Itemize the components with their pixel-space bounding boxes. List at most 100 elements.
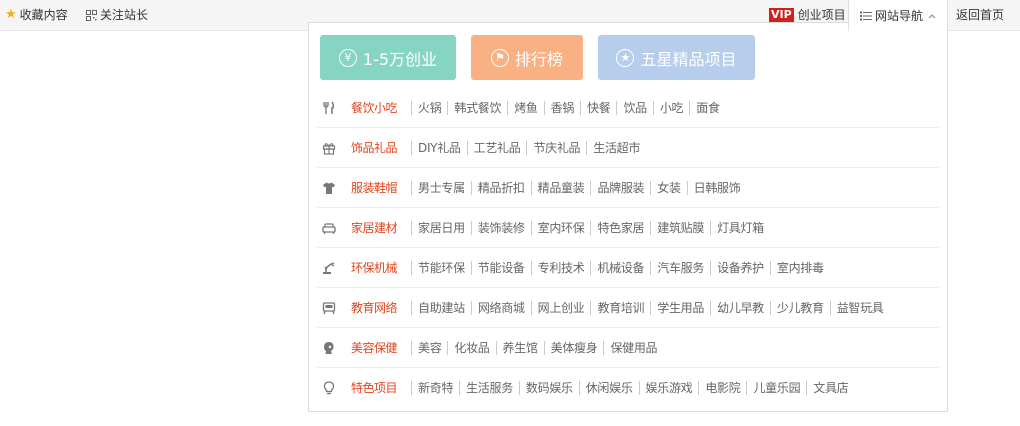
category-links: 美容 化妆品 养生馆 美体瘦身 保健用品 — [411, 340, 663, 355]
ranking-label: 排行榜 — [514, 49, 563, 69]
favorite-link[interactable]: ★ 收藏内容 — [5, 0, 68, 30]
category-link[interactable]: 室内排毒 — [769, 260, 830, 275]
site-nav-dropdown: ¥ 1-5万创业 ⚑ 排行榜 ★ 五星精品项目 餐饮小吃 火锅 韩式餐饮 烤鱼 … — [308, 22, 948, 412]
category-link[interactable]: 机械设备 — [590, 260, 650, 275]
category-link[interactable]: 娱乐游戏 — [638, 380, 699, 395]
category-link[interactable]: 女装 — [650, 180, 686, 195]
category-title[interactable]: 美容保健 — [351, 339, 411, 356]
category-title[interactable]: 服装鞋帽 — [351, 179, 411, 196]
category-row: 家居建材 家居日用 装饰装修 室内环保 特色家居 建筑贴膜 灯具灯箱 — [317, 208, 939, 248]
category-link[interactable]: 节庆礼品 — [526, 140, 586, 155]
startup-1-5w-button[interactable]: ¥ 1-5万创业 — [320, 35, 456, 80]
site-nav-toggle[interactable]: 网站导航 — [848, 0, 948, 31]
category-link[interactable]: 饮品 — [616, 100, 652, 115]
category-link[interactable]: 美容 — [411, 340, 447, 355]
fork-knife-icon — [323, 101, 335, 114]
five-star-label: 五星精品项目 — [640, 49, 737, 69]
category-link[interactable]: 生活服务 — [459, 380, 519, 395]
category-row: 特色项目 新奇特 生活服务 数码娱乐 休闲娱乐 娱乐游戏 电影院 儿童乐园 文具… — [317, 368, 939, 407]
star-icon: ★ — [616, 48, 635, 67]
site-nav-label: 网站导航 — [874, 8, 923, 23]
category-title[interactable]: 教育网络 — [351, 299, 411, 316]
lightbulb-icon — [323, 380, 335, 394]
category-link[interactable]: 快餐 — [580, 100, 616, 115]
category-links: 节能环保 节能设备 专利技术 机械设备 汽车服务 设备养护 室内排毒 — [411, 260, 830, 275]
category-row: 饰品礼品 DIY礼品 工艺礼品 节庆礼品 生活超市 — [317, 128, 939, 168]
category-link[interactable]: 室内环保 — [530, 220, 591, 235]
category-title[interactable]: 家居建材 — [351, 219, 411, 236]
category-links: 男士专属 精品折扣 精品童装 品牌服装 女装 日韩服饰 — [411, 180, 747, 195]
category-title[interactable]: 饰品礼品 — [351, 139, 411, 156]
category-title[interactable]: 环保机械 — [351, 259, 411, 276]
tshirt-icon — [323, 182, 335, 194]
category-link[interactable]: 美体瘦身 — [543, 340, 604, 355]
category-list: 餐饮小吃 火锅 韩式餐饮 烤鱼 香锅 快餐 饮品 小吃 面食 饰品礼品 DIY礼… — [317, 88, 939, 407]
category-row: 餐饮小吃 火锅 韩式餐饮 烤鱼 香锅 快餐 饮品 小吃 面食 — [317, 88, 939, 128]
category-link[interactable]: 少儿教育 — [769, 300, 830, 315]
category-link[interactable]: 男士专属 — [411, 180, 471, 195]
category-link[interactable]: 学生用品 — [650, 300, 710, 315]
category-link[interactable]: 烤鱼 — [507, 100, 543, 115]
startup-1-5w-label: 1-5万创业 — [362, 49, 438, 69]
gift-icon — [322, 142, 336, 155]
category-link[interactable]: 汽车服务 — [650, 260, 710, 275]
category-link[interactable]: 韩式餐饮 — [447, 100, 507, 115]
category-link[interactable]: 日韩服饰 — [686, 180, 747, 195]
category-link[interactable]: 儿童乐园 — [746, 380, 806, 395]
category-link[interactable]: 建筑贴膜 — [650, 220, 710, 235]
category-link[interactable]: 养生馆 — [495, 340, 544, 355]
category-link[interactable]: 教育培训 — [590, 300, 650, 315]
category-link[interactable]: 自助建站 — [411, 300, 471, 315]
category-link[interactable]: 特色家居 — [590, 220, 650, 235]
category-link[interactable]: 小吃 — [652, 100, 689, 115]
category-link[interactable]: 网上创业 — [530, 300, 591, 315]
category-link[interactable]: 品牌服装 — [590, 180, 650, 195]
category-row: 环保机械 节能环保 节能设备 专利技术 机械设备 汽车服务 设备养护 室内排毒 — [317, 248, 939, 288]
category-link[interactable]: 设备养护 — [710, 260, 770, 275]
ranking-button[interactable]: ⚑ 排行榜 — [471, 35, 583, 80]
category-links: 火锅 韩式餐饮 烤鱼 香锅 快餐 饮品 小吃 面食 — [411, 100, 726, 115]
category-link[interactable]: 面食 — [689, 100, 725, 115]
category-row: 服装鞋帽 男士专属 精品折扣 精品童装 品牌服装 女装 日韩服饰 — [317, 168, 939, 208]
category-link[interactable]: 保健用品 — [603, 340, 663, 355]
category-link[interactable]: 家居日用 — [411, 220, 471, 235]
follow-label: 关注站长 — [100, 8, 149, 22]
category-link[interactable]: 新奇特 — [411, 380, 459, 395]
category-link[interactable]: 灯具灯箱 — [710, 220, 770, 235]
category-links: 家居日用 装饰装修 室内环保 特色家居 建筑贴膜 灯具灯箱 — [411, 220, 770, 235]
home-link[interactable]: 返回首页 — [956, 0, 1004, 30]
category-link[interactable]: DIY礼品 — [411, 140, 467, 155]
category-link[interactable]: 装饰装修 — [470, 220, 531, 235]
category-title[interactable]: 特色项目 — [351, 379, 411, 396]
category-links: 自助建站 网络商城 网上创业 教育培训 学生用品 幼儿早教 少儿教育 益智玩具 — [411, 300, 890, 315]
category-row: 教育网络 自助建站 网络商城 网上创业 教育培训 学生用品 幼儿早教 少儿教育 … — [317, 288, 939, 328]
category-link[interactable]: 精品童装 — [530, 180, 591, 195]
category-link[interactable]: 益智玩具 — [829, 300, 890, 315]
qr-code-icon — [86, 9, 97, 21]
category-link[interactable]: 数码娱乐 — [518, 380, 579, 395]
category-link[interactable]: 节能环保 — [411, 260, 471, 275]
education-icon — [322, 301, 336, 314]
star-icon: ★ — [5, 7, 17, 22]
category-link[interactable]: 精品折扣 — [470, 180, 531, 195]
list-icon — [859, 11, 872, 20]
category-link[interactable]: 节能设备 — [470, 260, 531, 275]
category-link[interactable]: 网络商城 — [470, 300, 531, 315]
category-link[interactable]: 生活超市 — [586, 140, 646, 155]
category-link[interactable]: 文具店 — [806, 380, 854, 395]
category-link[interactable]: 火锅 — [411, 100, 447, 115]
category-link[interactable]: 电影院 — [698, 380, 746, 395]
category-link[interactable]: 香锅 — [543, 100, 580, 115]
category-link[interactable]: 化妆品 — [447, 340, 495, 355]
machine-arm-icon — [323, 261, 335, 274]
category-row: 美容保健 美容 化妆品 养生馆 美体瘦身 保健用品 — [317, 328, 939, 368]
category-title[interactable]: 餐饮小吃 — [351, 99, 411, 116]
five-star-button[interactable]: ★ 五星精品项目 — [598, 35, 755, 80]
category-link[interactable]: 专利技术 — [530, 260, 591, 275]
home-label: 返回首页 — [956, 8, 1005, 22]
sofa-icon — [322, 222, 336, 234]
category-link[interactable]: 休闲娱乐 — [578, 380, 639, 395]
category-link[interactable]: 幼儿早教 — [710, 300, 770, 315]
follow-link[interactable]: 关注站长 — [86, 0, 148, 30]
category-link[interactable]: 工艺礼品 — [466, 140, 527, 155]
